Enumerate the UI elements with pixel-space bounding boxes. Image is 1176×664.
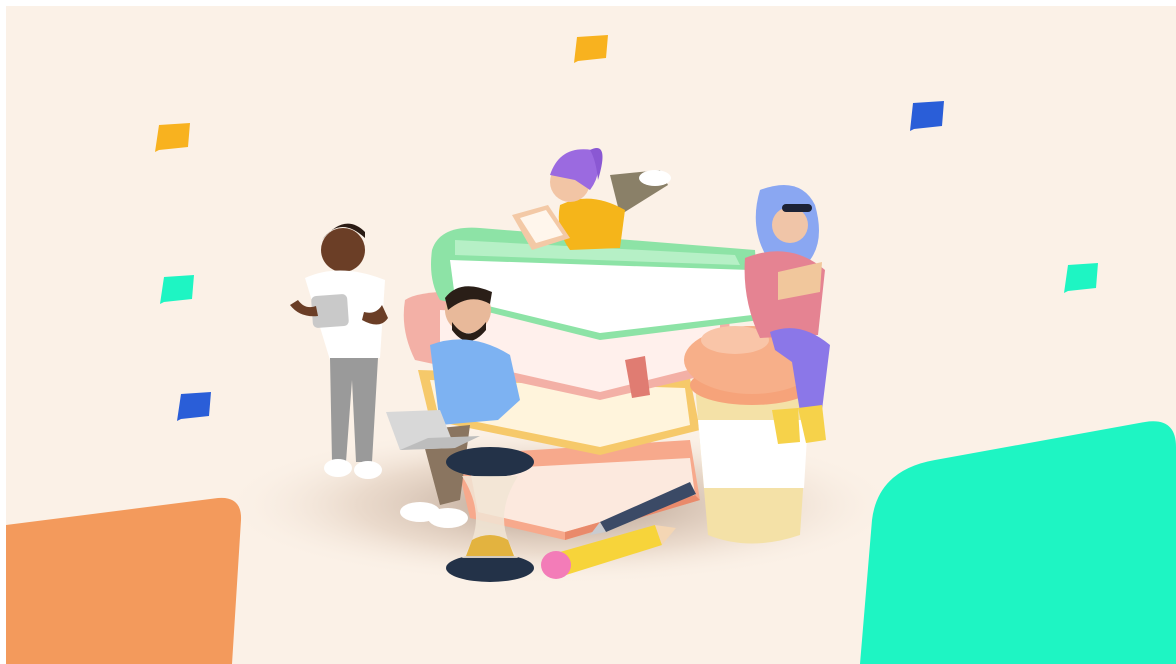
study-scene-illustration	[6, 6, 1176, 664]
orange-corner-shape	[6, 497, 242, 664]
illustration-canvas	[0, 0, 1176, 664]
